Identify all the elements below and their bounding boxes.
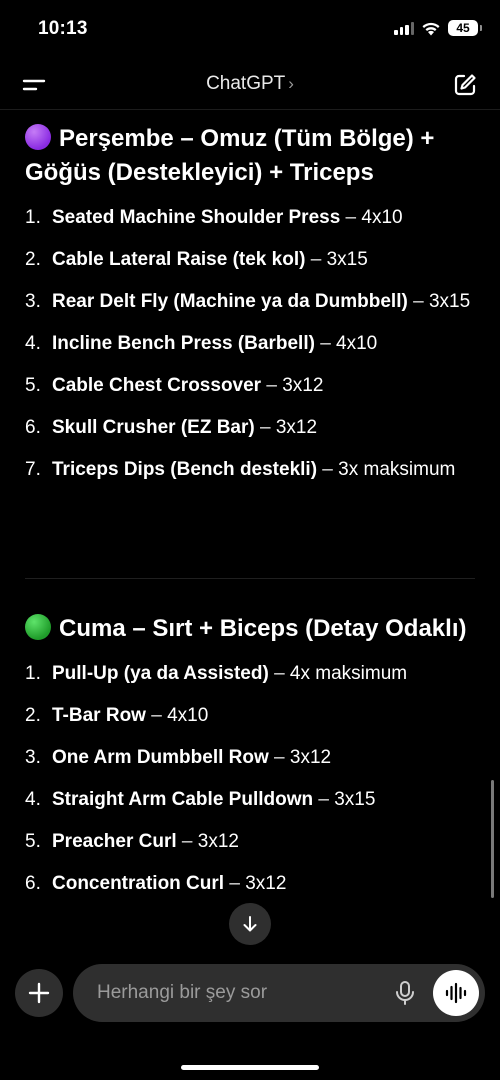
wifi-icon — [422, 22, 440, 35]
voice-waveform-icon — [445, 982, 467, 1004]
list-item: 5. Cable Chest Crossover – 3x12 — [25, 375, 324, 396]
section-heading: Cuma – Sırt + Biceps (Detay Odaklı) — [25, 612, 477, 646]
list-item: 4. Incline Bench Press (Barbell) – 4x10 — [25, 333, 378, 354]
section-heading: Perşembe – Omuz (Tüm Bölge) + Göğüs (Des… — [25, 124, 435, 186]
green-circle-icon — [25, 614, 51, 640]
list-item: 3. Rear Delt Fly (Machine ya da Dumbbell)… — [25, 291, 471, 312]
composer: Herhangi bir şey sor — [0, 962, 500, 1026]
section-divider — [25, 578, 475, 579]
list-item: 1. Pull-Up (ya da Assisted) – 4x maksimum — [25, 663, 408, 684]
exercise-list: 1. Pull-Up (ya da Assisted) – 4x maksimum… — [25, 660, 477, 897]
list-item: 1. Seated Machine Shoulder Press – 4x10 — [25, 207, 403, 228]
list-item: 2. T-Bar Row – 4x10 — [25, 705, 209, 726]
list-item: 3. One Arm Dumbbell Row – 3x12 — [25, 747, 332, 768]
model-title: ChatGPT — [206, 73, 286, 94]
model-selector[interactable]: ChatGPT › — [0, 73, 500, 95]
cellular-signal-icon — [394, 21, 414, 35]
home-indicator — [181, 1065, 319, 1070]
arrow-down-icon — [243, 916, 257, 932]
workout-section-thursday: Perşembe – Omuz (Tüm Bölge) + Göğüs (Des… — [25, 122, 477, 498]
workout-section-friday: Cuma – Sırt + Biceps (Detay Odaklı) 1. Pu… — [25, 612, 477, 912]
mic-icon[interactable] — [391, 979, 419, 1007]
battery-icon: 45 — [448, 20, 482, 36]
plus-icon — [28, 982, 50, 1004]
list-item: 5. Preacher Curl – 3x12 — [25, 831, 239, 852]
list-item: 6. Skull Crusher (EZ Bar) – 3x12 — [25, 417, 318, 438]
chevron-right-icon: › — [288, 74, 294, 93]
voice-mode-button[interactable] — [433, 970, 479, 1016]
status-icons: 45 — [394, 20, 482, 36]
input-placeholder: Herhangi bir şey sor — [97, 982, 268, 1003]
list-item: 7. Triceps Dips (Bench destekli) – 3x mak… — [25, 459, 456, 480]
clock: 10:13 — [38, 18, 88, 39]
list-item: 6. Concentration Curl – 3x12 — [25, 873, 287, 894]
message-input[interactable]: Herhangi bir şey sor — [73, 964, 485, 1022]
attach-button[interactable] — [15, 969, 63, 1017]
purple-circle-icon — [25, 124, 51, 150]
list-item: 4. Straight Arm Cable Pulldown – 3x15 — [25, 789, 376, 810]
new-chat-icon[interactable] — [452, 72, 478, 98]
list-item: 2. Cable Lateral Raise (tek kol) – 3x15 — [25, 249, 368, 270]
chat-content[interactable]: Perşembe – Omuz (Tüm Bölge) + Göğüs (Des… — [0, 110, 500, 962]
scroll-to-bottom-button[interactable] — [229, 903, 271, 945]
status-bar: 10:13 45 — [0, 0, 500, 60]
exercise-list: 1. Seated Machine Shoulder Press – 4x10 2… — [25, 204, 477, 483]
scrollbar[interactable] — [491, 780, 494, 898]
app-header: ChatGPT › — [0, 60, 500, 110]
